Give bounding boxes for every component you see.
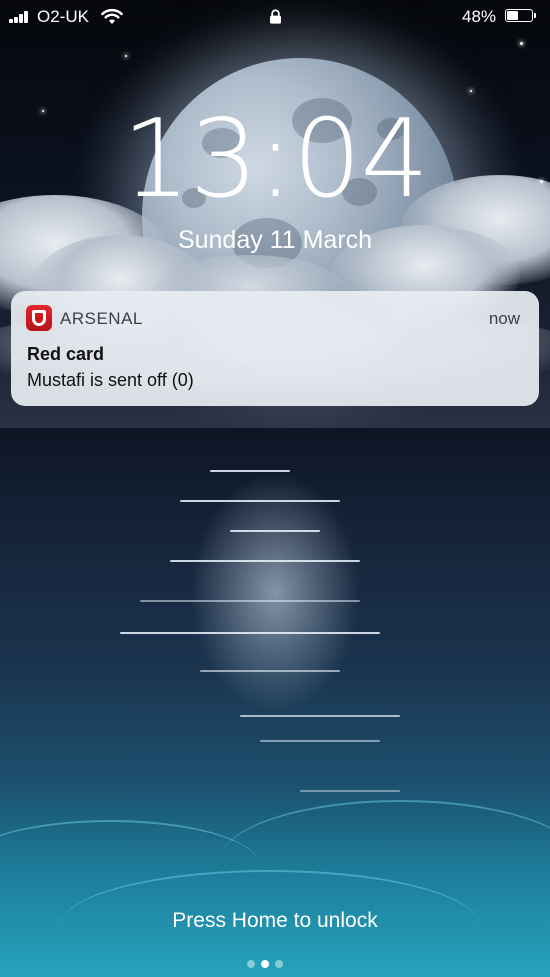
page-dot	[247, 960, 255, 968]
lock-screen-date: Sunday 11 March	[177, 226, 373, 254]
notification-app-name: ARSENAL	[60, 309, 143, 328]
status-bar: O2-UK 48%	[0, 0, 550, 34]
arsenal-app-icon	[26, 305, 52, 331]
battery-icon	[505, 9, 536, 22]
moonlight-reflection	[150, 440, 400, 780]
page-indicator[interactable]	[247, 958, 307, 968]
carrier-name: O2-UK	[37, 7, 89, 26]
page-dot	[275, 960, 283, 968]
notification-card[interactable]: ARSENAL now Red card Mustafi is sent off…	[11, 291, 539, 406]
notification-body: Mustafi is sent off (0)	[27, 370, 194, 390]
lock-screen-time: 13:04	[121, 97, 429, 222]
notification-title: Red card	[27, 344, 105, 364]
lock-icon	[270, 9, 281, 24]
page-dot	[261, 960, 269, 968]
signal-icon	[9, 11, 33, 23]
lock-screen: O2-UK 48% 13:04 Sunday 11 March ARSENAL …	[0, 0, 550, 977]
notification-time: now	[488, 309, 520, 328]
battery-percentage: 48%	[462, 7, 497, 26]
wifi-icon	[101, 8, 123, 24]
unlock-hint: Press Home to unlock	[172, 909, 378, 932]
